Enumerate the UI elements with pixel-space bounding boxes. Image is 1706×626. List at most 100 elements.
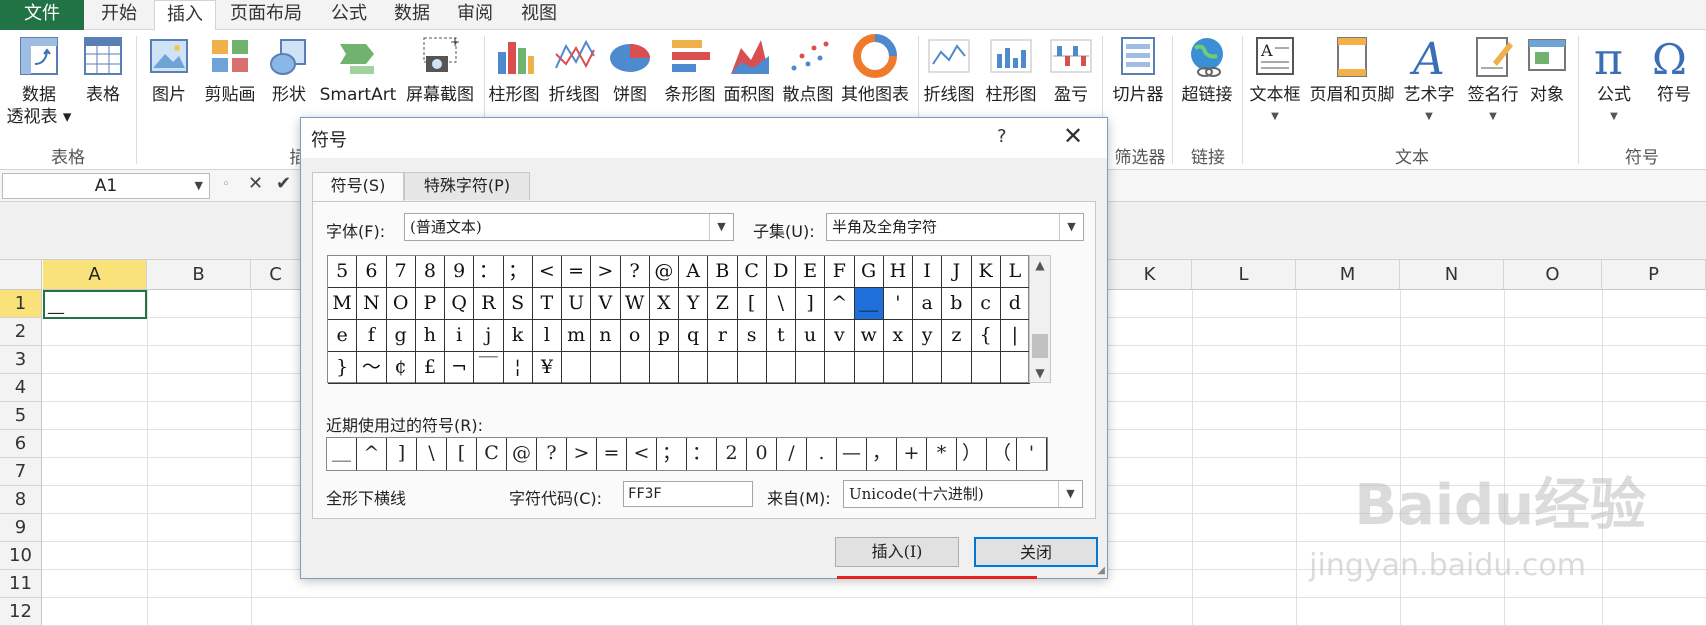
symbol-cell[interactable]: r [708,320,738,352]
tab-home[interactable]: 开始 [84,0,154,30]
bar-chart-button[interactable]: 条形图 [658,34,722,106]
symbol-cell[interactable]: \ [766,288,796,320]
symbol-cell[interactable]: | [1000,320,1030,352]
symbol-cell[interactable] [679,352,709,384]
sparkline-column-button[interactable]: 柱形图 [982,34,1040,106]
row-header[interactable]: 2 [0,318,42,346]
picture-button[interactable]: 图片 [144,34,194,106]
recent-symbol-cell[interactable]: > [567,438,597,470]
tab-view[interactable]: 视图 [508,0,570,30]
symbol-cell[interactable]: j [474,320,504,352]
recent-symbol-cell[interactable]: ＿ [327,438,357,470]
shapes-button[interactable]: 形状 [264,34,314,106]
symbol-cell[interactable]: U [562,288,592,320]
row-header[interactable]: 6 [0,430,42,458]
symbol-grid-scrollbar[interactable]: ▲ ▼ [1029,255,1051,383]
symbol-cell[interactable]: N [357,288,387,320]
symbol-cell[interactable] [883,352,913,384]
recent-symbol-cell[interactable]: ； [657,438,687,470]
collapse-handle-icon[interactable]: ◦ [222,177,230,192]
symbol-cell[interactable]: o [620,320,650,352]
row-header[interactable]: 11 [0,570,42,598]
recent-symbol-cell[interactable]: < [627,438,657,470]
symbol-cell[interactable]: > [591,256,621,288]
symbol-cell[interactable] [649,352,679,384]
recent-symbols-grid[interactable]: ＿ ^] \[C @? > = <；： 2 0/. —， + *）（' [326,437,1048,471]
tab-insert[interactable]: 插入 [154,0,216,31]
symbol-cell[interactable]: P [415,288,445,320]
row-header[interactable]: 8 [0,486,42,514]
symbol-cell[interactable]: a [913,288,943,320]
screenshot-button[interactable]: + 屏幕截图 [400,34,480,106]
recent-symbol-cell[interactable]: ? [537,438,567,470]
symbol-cell[interactable] [854,352,884,384]
recent-symbol-cell[interactable]: . [807,438,837,470]
cancel-icon[interactable]: ✕ [248,173,263,194]
symbol-cell[interactable] [591,352,621,384]
close-icon[interactable]: ✕ [1063,122,1083,150]
slicer-button[interactable]: 切片器 [1108,34,1168,106]
symbol-cell[interactable]: ' [883,288,913,320]
recent-symbol-cell[interactable]: [ [447,438,477,470]
equation-button[interactable]: π 公式 ▼ [1586,34,1642,128]
recent-symbol-cell[interactable]: 2 [717,438,747,470]
row-header[interactable]: 1 [0,290,42,318]
symbol-cell[interactable]: ¬ [445,352,475,384]
symbol-cell[interactable]: ～ [357,352,387,384]
chevron-down-icon[interactable]: ▼ [1059,214,1083,240]
symbol-cell[interactable]: h [415,320,445,352]
character-code-input[interactable]: FF3F [623,481,753,507]
recent-symbol-cell[interactable]: ' [1017,438,1047,470]
symbol-cell[interactable]: t [766,320,796,352]
symbol-cell[interactable]: ￣ [474,352,504,384]
symbol-cell[interactable]: g [386,320,416,352]
resize-grip-icon[interactable]: ◢ [1097,565,1105,576]
recent-symbol-cell[interactable]: （ [987,438,1017,470]
win-loss-button[interactable]: 盈亏 [1046,34,1096,106]
chevron-down-icon[interactable]: ▼ [709,214,733,240]
symbol-cell[interactable]: { [971,320,1001,352]
symbol-cell[interactable]: L [1000,256,1030,288]
table-button[interactable]: 表格 [78,34,128,106]
wordart-button[interactable]: A 艺术字 ▼ [1398,34,1460,128]
symbol-cell[interactable]: n [591,320,621,352]
symbol-cell[interactable] [825,352,855,384]
symbol-cell[interactable] [620,352,650,384]
row-header[interactable]: 10 [0,542,42,570]
recent-symbol-cell[interactable]: = [597,438,627,470]
symbol-cell[interactable]: Z [708,288,738,320]
recent-symbol-cell[interactable]: ） [957,438,987,470]
symbol-cell[interactable] [971,352,1001,384]
symbol-cell[interactable]: I [913,256,943,288]
row-header[interactable]: 12 [0,598,42,626]
column-header-a[interactable]: A [43,260,147,290]
column-header-k[interactable]: K [1108,260,1192,290]
name-box[interactable]: A1 ▼ [2,173,210,199]
recent-symbol-cell[interactable]: \ [417,438,447,470]
tab-special-characters[interactable]: 特殊字符(P) [404,172,530,200]
symbol-cell[interactable]: G [854,256,884,288]
symbol-grid[interactable]: 5 6 7 8 9：； < = >? @ A B C D E F G H I J K L M N O P Q R S T U V W X Y Z[\… [327,255,1030,384]
tab-page-layout[interactable]: 页面布局 [216,0,316,30]
symbol-cell[interactable]: i [445,320,475,352]
symbol-cell[interactable]: F [825,256,855,288]
help-icon[interactable]: ? [997,126,1007,147]
symbol-cell[interactable]: 5 [328,256,358,288]
symbol-cell[interactable]: z [942,320,972,352]
select-all-corner[interactable] [0,260,42,290]
symbol-cell[interactable]: ] [796,288,826,320]
clipart-button[interactable]: 剪贴画 [200,34,260,106]
tab-symbols[interactable]: 符号(S) [312,172,404,202]
symbol-cell[interactable]: ? [620,256,650,288]
symbol-cell[interactable]: s [737,320,767,352]
dialog-title-bar[interactable]: 符号 ? ✕ [301,118,1107,158]
symbol-cell[interactable]: x [883,320,913,352]
symbol-cell[interactable]: 6 [357,256,387,288]
symbol-cell[interactable]: M [328,288,358,320]
symbol-cell[interactable] [708,352,738,384]
symbol-cell[interactable]: q [679,320,709,352]
symbol-cell[interactable]: ¥ [532,352,562,384]
tab-file[interactable]: 文件 [0,0,84,30]
symbol-button[interactable]: Ω 符号 [1646,34,1702,106]
symbol-cell[interactable]: H [883,256,913,288]
